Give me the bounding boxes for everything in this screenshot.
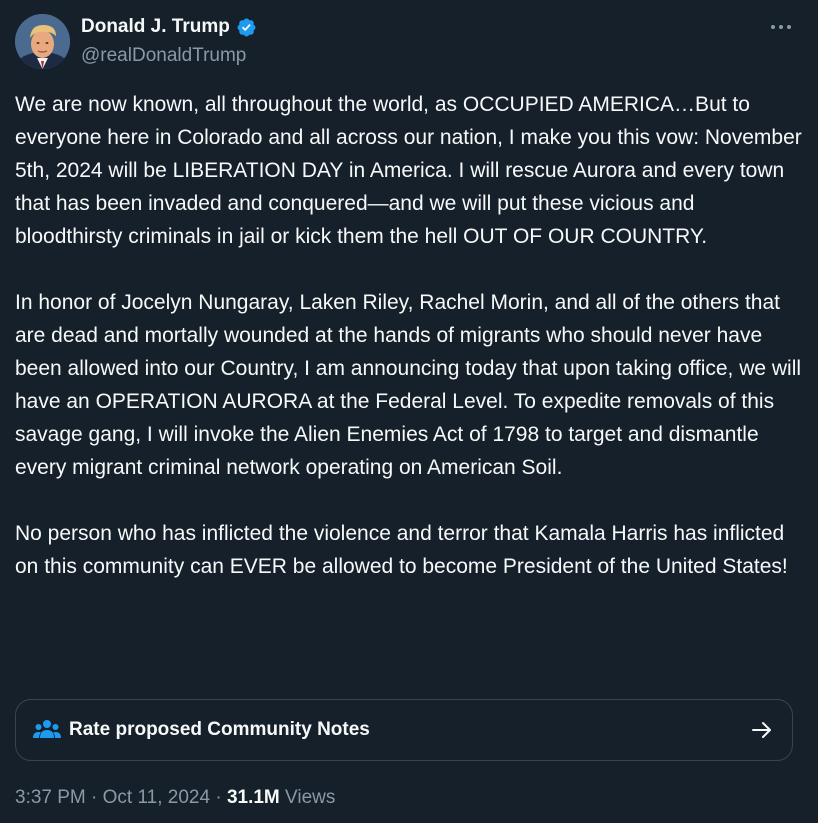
- author-name-row: Donald J. Trump: [81, 16, 257, 38]
- meta-separator-2: ·: [210, 787, 227, 808]
- rate-community-notes-button[interactable]: Rate proposed Community Notes: [15, 699, 793, 761]
- tweet-time[interactable]: 3:37 PM: [15, 787, 86, 808]
- tweet-paragraph-3: No person who has inflicted the violence…: [15, 522, 788, 578]
- meta-separator: ·: [85, 787, 103, 808]
- arrow-right-icon: [752, 722, 771, 738]
- people-icon: [33, 720, 61, 738]
- tweet-paragraph-1: We are now known, all throughout the wor…: [15, 93, 802, 248]
- author-display-name[interactable]: Donald J. Trump: [81, 16, 230, 38]
- avatar-image: [15, 14, 70, 69]
- tweet-date[interactable]: Oct 11, 2024: [103, 787, 210, 808]
- tweet: Donald J. Trump @realDonaldTrump We are …: [0, 0, 818, 823]
- verified-badge-icon[interactable]: [236, 17, 257, 38]
- more-dots-icon: [771, 25, 791, 29]
- community-notes-label: Rate proposed Community Notes: [69, 719, 370, 740]
- views-count[interactable]: 31.1M: [227, 787, 280, 808]
- author-handle[interactable]: @realDonaldTrump: [81, 45, 246, 67]
- avatar[interactable]: [15, 14, 70, 69]
- more-options-button[interactable]: [766, 14, 796, 40]
- tweet-paragraph-2: In honor of Jocelyn Nungaray, Laken Rile…: [15, 291, 802, 479]
- views-label: Views: [279, 787, 336, 808]
- tweet-text: We are now known, all throughout the wor…: [15, 88, 805, 583]
- tweet-meta: 3:37 PM · Oct 11, 2024 · 31.1M Views: [15, 786, 335, 810]
